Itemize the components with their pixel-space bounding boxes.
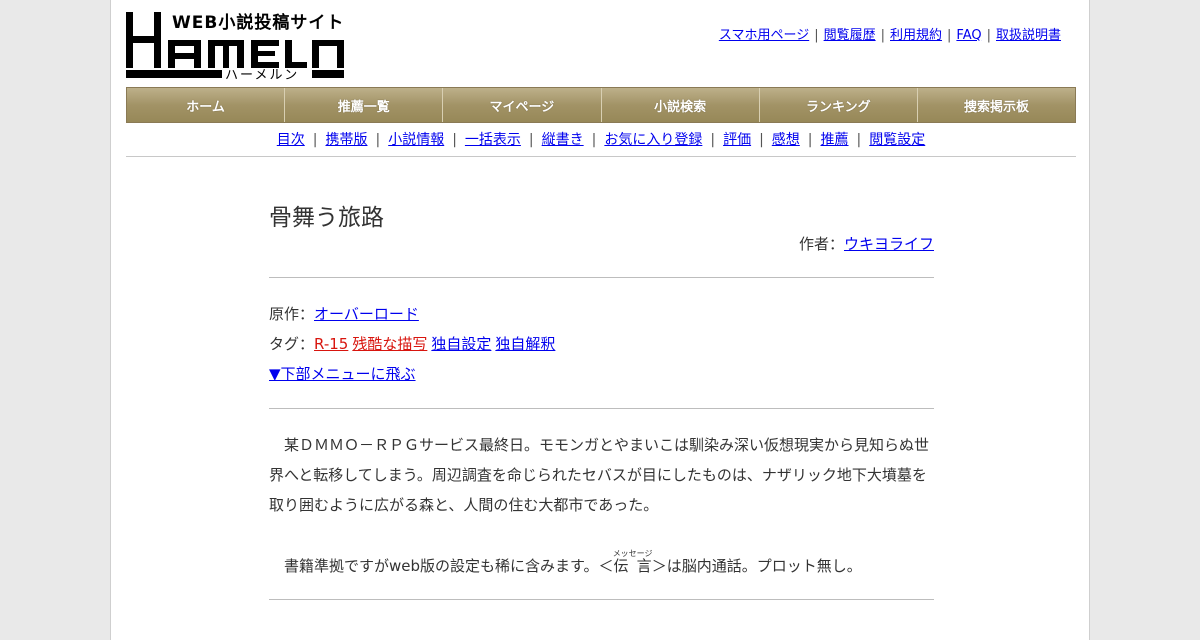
global-nav: ホーム 推薦一覧 マイページ 小説検索 ランキング 捜索掲示板 — [126, 87, 1076, 123]
tag-link[interactable]: 独自解釈 — [495, 335, 555, 353]
message-ruby: 伝 言メッセージ — [612, 549, 653, 575]
nav-search-board[interactable]: 捜索掲示板 — [917, 88, 1076, 122]
nav-recommend-list[interactable]: 推薦一覧 — [285, 88, 444, 122]
author-line: 作者：ウキヨライフ — [799, 233, 934, 254]
tag-row: タグ：R-15 残酷な描写 独自設定 独自解釈 — [269, 333, 559, 354]
link-faq[interactable]: FAQ — [956, 28, 981, 43]
subnav-view-settings[interactable]: 閲覧設定 — [869, 132, 925, 148]
nav-mypage[interactable]: マイページ — [443, 88, 602, 122]
link-terms[interactable]: 利用規約 — [890, 28, 942, 43]
site-logo[interactable]: WEB小説投稿サイト ハーメルン — [126, 8, 348, 83]
subnav-mobile[interactable]: 携帯版 — [325, 132, 367, 148]
divider — [269, 599, 934, 600]
subnav-favorite[interactable]: お気に入り登録 — [604, 132, 702, 148]
original-link[interactable]: オーバーロード — [314, 305, 419, 323]
subnav-novel-info[interactable]: 小説情報 — [388, 132, 444, 148]
nav-ranking[interactable]: ランキング — [759, 88, 918, 122]
link-smartphone[interactable]: スマホ用ページ — [719, 28, 809, 43]
divider — [269, 277, 934, 278]
logo-tagline: WEB小説投稿サイト — [172, 13, 345, 33]
subnav-toc[interactable]: 目次 — [277, 132, 305, 148]
divider — [269, 408, 934, 409]
jump-row: ▼下部メニューに飛ぶ — [269, 363, 420, 384]
link-history[interactable]: 閲覧履歴 — [824, 28, 876, 43]
subnav-impressions[interactable]: 感想 — [772, 132, 800, 148]
subnav-all-display[interactable]: 一括表示 — [465, 132, 521, 148]
author-label: 作者： — [798, 235, 844, 253]
page-container: WEB小説投稿サイト ハーメルン スマホ用ページ | 閲覧履歴 | 利用規約 | FAQ | 取… — [110, 0, 1090, 640]
novel-summary: 某ＤＭＭＯ－ＲＰＧサービス最終日。モモンガとやまいこは馴染み深い仮想現実から見知… — [269, 436, 930, 514]
jump-to-bottom-link[interactable]: ▼下部メニューに飛ぶ — [269, 365, 416, 383]
divider — [126, 156, 1076, 157]
tag-label: タグ： — [269, 335, 315, 353]
subnav-rating[interactable]: 評価 — [723, 132, 751, 148]
original-label: 原作： — [269, 305, 315, 323]
tag-link[interactable]: R-15 — [314, 335, 348, 353]
tag-link[interactable]: 独自設定 — [431, 335, 491, 353]
link-manual[interactable]: 取扱説明書 — [996, 28, 1061, 43]
original-row: 原作：オーバーロード — [269, 303, 423, 324]
top-links: スマホ用ページ | 閲覧履歴 | 利用規約 | FAQ | 取扱説明書 — [718, 28, 1061, 43]
logo-kana: ハーメルン — [225, 68, 300, 83]
author-link[interactable]: ウキヨライフ — [844, 235, 934, 253]
sub-nav: 目次 | 携帯版 | 小説情報 | 一括表示 | 縦書き | お気に入り登録 | 評価 | 感想 | 推薦 | 閲覧… — [276, 132, 926, 148]
subnav-recommend[interactable]: 推薦 — [821, 132, 849, 148]
nav-home[interactable]: ホーム — [127, 88, 286, 122]
nav-novel-search[interactable]: 小説検索 — [601, 88, 760, 122]
novel-title: 骨舞う旅路 — [269, 205, 384, 231]
tag-link[interactable]: 残酷な描写 — [352, 335, 427, 353]
novel-note: 書籍準拠ですがweb版の設定も稀に含みます。＜伝 言メッセージ＞は脳内通話。プロ… — [269, 549, 862, 575]
subnav-vertical[interactable]: 縦書き — [542, 132, 584, 148]
